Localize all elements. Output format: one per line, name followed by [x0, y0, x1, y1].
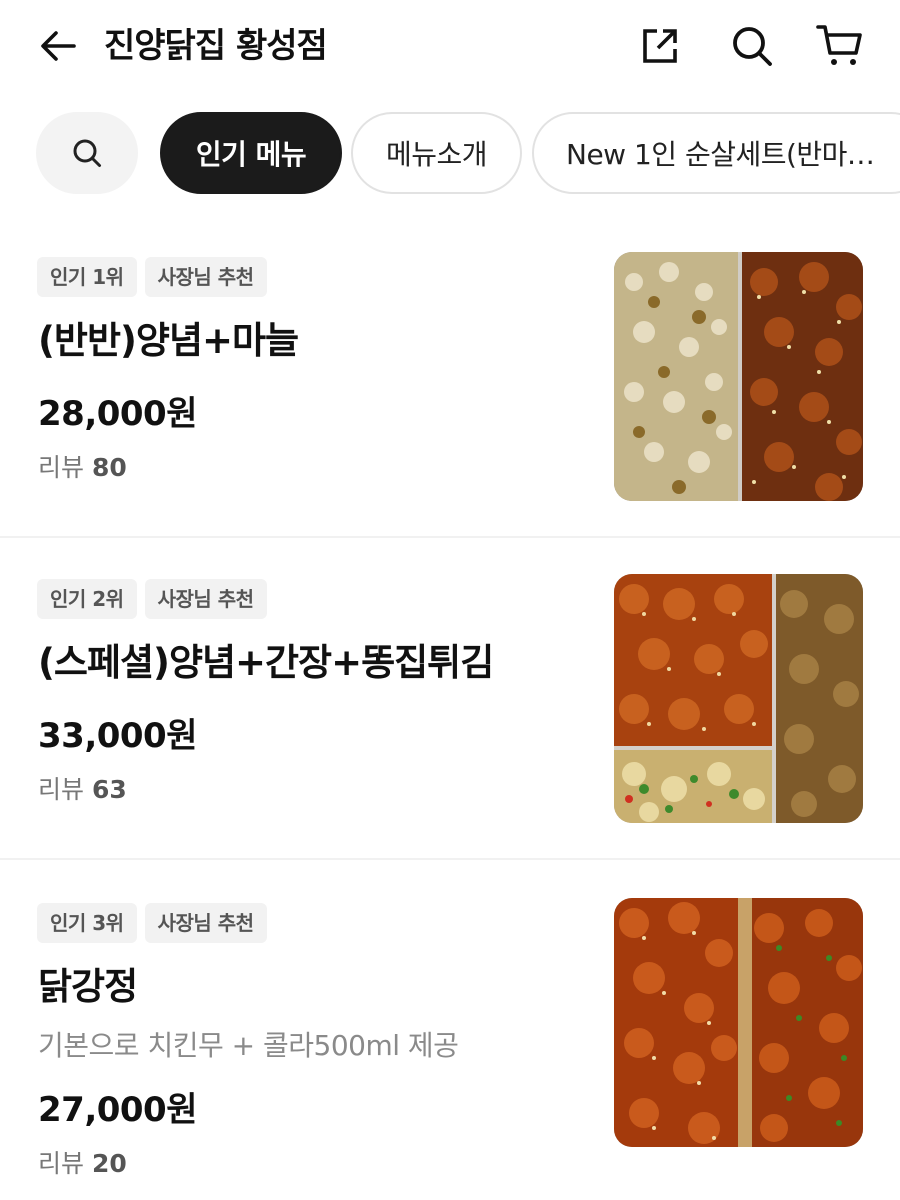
menu-item[interactable]: 인기 3위 사장님 추천 닭강정 기본으로 치킨무 + 콜라500ml 제공 2… — [0, 874, 900, 1200]
review-count: 리뷰 80 — [38, 453, 127, 482]
top-bar: 진양닭집 황성점 — [0, 0, 900, 92]
menu-search-button[interactable] — [36, 112, 138, 194]
badge-row: 인기 1위 사장님 추천 — [37, 257, 267, 297]
menu-price: 28,000원 — [38, 394, 197, 434]
menu-price: 33,000원 — [38, 716, 197, 756]
search-icon[interactable] — [726, 20, 778, 72]
chip-new-set[interactable]: New 1인 순살세트(반마… — [532, 112, 900, 194]
menu-photo — [614, 898, 863, 1147]
rank-badge: 인기 3위 — [37, 903, 137, 943]
rank-badge: 인기 2위 — [37, 579, 137, 619]
owner-pick-badge: 사장님 추천 — [144, 579, 267, 619]
owner-pick-badge: 사장님 추천 — [144, 903, 267, 943]
chip-menu-intro[interactable]: 메뉴소개 — [351, 112, 522, 194]
menu-photo — [614, 252, 863, 501]
menu-name: (반반)양념+마늘 — [38, 319, 299, 362]
chip-popular-menu[interactable]: 인기 메뉴 — [160, 112, 342, 194]
divider — [0, 858, 900, 860]
review-count: 리뷰 20 — [38, 1149, 127, 1178]
badge-row: 인기 3위 사장님 추천 — [37, 903, 267, 943]
rank-badge: 인기 1위 — [37, 257, 137, 297]
review-count: 리뷰 63 — [38, 775, 127, 804]
menu-name: 닭강정 — [38, 965, 138, 1008]
badge-row: 인기 2위 사장님 추천 — [37, 579, 267, 619]
owner-pick-badge: 사장님 추천 — [144, 257, 267, 297]
category-chips: 인기 메뉴 메뉴소개 New 1인 순살세트(반마… — [0, 112, 900, 196]
divider — [0, 536, 900, 538]
menu-name: (스페셜)양념+간장+똥집튀김 — [38, 641, 494, 684]
search-icon — [73, 139, 101, 167]
menu-item[interactable]: 인기 2위 사장님 추천 (스페셜)양념+간장+똥집튀김 33,000원 리뷰 … — [0, 552, 900, 858]
store-title: 진양닭집 황성점 — [104, 26, 328, 66]
menu-item[interactable]: 인기 1위 사장님 추천 (반반)양념+마늘 28,000원 리뷰 80 — [0, 230, 900, 536]
share-icon[interactable] — [634, 20, 686, 72]
menu-photo — [614, 574, 863, 823]
back-arrow-icon[interactable] — [34, 22, 82, 70]
cart-icon[interactable] — [814, 20, 866, 72]
menu-price: 27,000원 — [38, 1090, 197, 1130]
menu-description: 기본으로 치킨무 + 콜라500ml 제공 — [38, 1029, 459, 1062]
